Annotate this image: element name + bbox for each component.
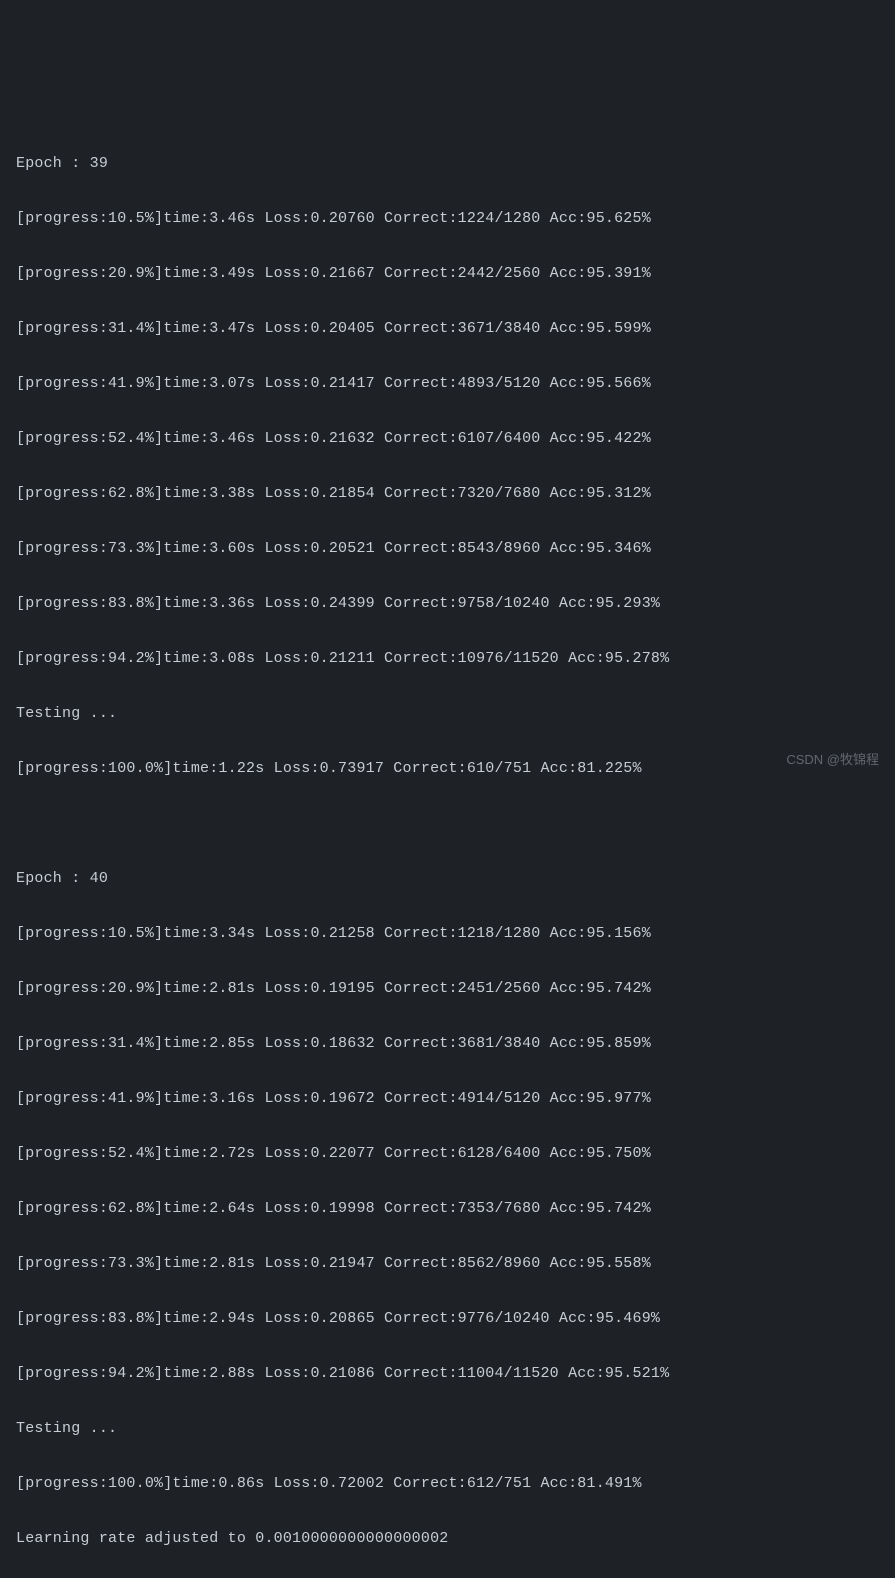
train-progress-line: [progress:62.8%]time:3.38s Loss:0.21854 … [16, 480, 879, 508]
train-progress-line: [progress:94.2%]time:3.08s Loss:0.21211 … [16, 645, 879, 673]
test-progress-line: [progress:100.0%]time:0.86s Loss:0.72002… [16, 1470, 879, 1498]
epoch-header: Epoch : 40 [16, 865, 879, 893]
blank-line [16, 810, 879, 838]
train-progress-line: [progress:10.5%]time:3.34s Loss:0.21258 … [16, 920, 879, 948]
watermark: CSDN @牧锦程 [786, 746, 879, 774]
train-progress-line: [progress:41.9%]time:3.07s Loss:0.21417 … [16, 370, 879, 398]
train-progress-line: [progress:73.3%]time:3.60s Loss:0.20521 … [16, 535, 879, 563]
train-progress-line: [progress:62.8%]time:2.64s Loss:0.19998 … [16, 1195, 879, 1223]
train-progress-line: [progress:52.4%]time:2.72s Loss:0.22077 … [16, 1140, 879, 1168]
train-progress-line: [progress:10.5%]time:3.46s Loss:0.20760 … [16, 205, 879, 233]
testing-label: Testing ... [16, 1415, 879, 1443]
train-progress-line: [progress:20.9%]time:3.49s Loss:0.21667 … [16, 260, 879, 288]
train-progress-line: [progress:31.4%]time:3.47s Loss:0.20405 … [16, 315, 879, 343]
train-progress-line: [progress:73.3%]time:2.81s Loss:0.21947 … [16, 1250, 879, 1278]
train-progress-line: [progress:20.9%]time:2.81s Loss:0.19195 … [16, 975, 879, 1003]
train-progress-line: [progress:41.9%]time:3.16s Loss:0.19672 … [16, 1085, 879, 1113]
testing-label: Testing ... [16, 700, 879, 728]
train-progress-line: [progress:31.4%]time:2.85s Loss:0.18632 … [16, 1030, 879, 1058]
train-progress-line: [progress:83.8%]time:3.36s Loss:0.24399 … [16, 590, 879, 618]
train-progress-line: [progress:52.4%]time:3.46s Loss:0.21632 … [16, 425, 879, 453]
test-progress-line: [progress:100.0%]time:1.22s Loss:0.73917… [16, 755, 879, 783]
train-progress-line: [progress:83.8%]time:2.94s Loss:0.20865 … [16, 1305, 879, 1333]
terminal-output: Epoch : 39 [progress:10.5%]time:3.46s Lo… [16, 122, 879, 1578]
train-progress-line: [progress:94.2%]time:2.88s Loss:0.21086 … [16, 1360, 879, 1388]
lr-adjusted-line: Learning rate adjusted to 0.001000000000… [16, 1525, 879, 1553]
epoch-header: Epoch : 39 [16, 150, 879, 178]
